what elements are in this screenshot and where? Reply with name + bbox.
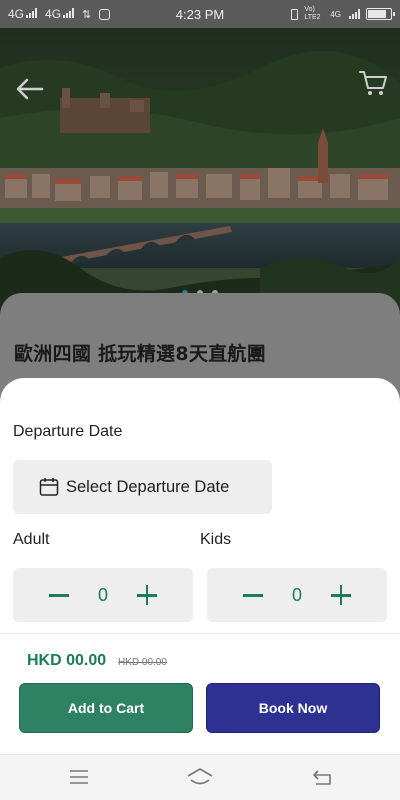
original-price: HKD 00.00 — [118, 657, 167, 668]
volte-label: Vo) LTE2 — [304, 6, 321, 21]
divider — [0, 633, 400, 634]
select-departure-date-label: Select Departure Date — [66, 477, 230, 496]
network-indicator-1: 4G — [8, 7, 38, 21]
network-label-3: 4G — [330, 9, 341, 19]
network-label-1: 4G — [8, 7, 25, 21]
kids-plus-icon[interactable] — [329, 583, 353, 607]
home-icon[interactable] — [186, 767, 214, 787]
usb-icon: ⇅ — [82, 8, 92, 21]
book-now-button[interactable]: Book Now — [206, 683, 380, 733]
network-label-2: 4G — [45, 7, 62, 21]
signal-icon — [26, 8, 38, 18]
adult-quantity-stepper: 0 — [13, 568, 193, 622]
vibrate-icon — [291, 8, 299, 20]
status-bar: 4G 4G ⇅ 4:23 PM Vo) LTE2 4G — [0, 0, 400, 28]
hero-image-carousel[interactable] — [0, 28, 400, 328]
kids-label: Kids — [200, 531, 232, 548]
menu-icon[interactable] — [67, 767, 91, 787]
network-indicator-2: 4G — [45, 7, 75, 21]
adult-plus-icon[interactable] — [135, 583, 159, 607]
whatsapp-icon — [99, 8, 111, 20]
back-icon[interactable] — [310, 767, 334, 787]
kids-minus-icon[interactable] — [241, 583, 265, 607]
adult-label: Adult — [13, 531, 50, 548]
select-departure-date-button[interactable]: Select Departure Date — [13, 460, 272, 514]
adult-count: 0 — [97, 584, 108, 605]
status-left-indicators: 4G 4G ⇅ — [8, 7, 111, 21]
kids-quantity-stepper: 0 — [207, 568, 387, 622]
booking-bottom-sheet: Departure Date Select Departure Date Adu… — [0, 378, 400, 754]
status-right-indicators: Vo) LTE2 4G — [291, 6, 395, 22]
departure-date-label: Departure Date — [13, 423, 123, 440]
battery-icon — [366, 8, 395, 20]
add-to-cart-button[interactable]: Add to Cart — [19, 683, 193, 733]
shopping-cart-icon[interactable] — [358, 68, 388, 98]
price: HKD 00.00 — [27, 652, 107, 669]
tour-title: 歐洲四國 抵玩精選8天直航團 — [14, 343, 267, 365]
signal-icon — [63, 8, 75, 18]
kids-count: 0 — [291, 584, 302, 605]
calendar-icon — [39, 478, 59, 496]
hero-image — [0, 28, 400, 328]
signal-icon — [349, 9, 360, 19]
back-arrow-icon[interactable] — [14, 76, 46, 102]
system-navigation-bar — [0, 754, 400, 800]
adult-minus-icon[interactable] — [47, 583, 71, 607]
